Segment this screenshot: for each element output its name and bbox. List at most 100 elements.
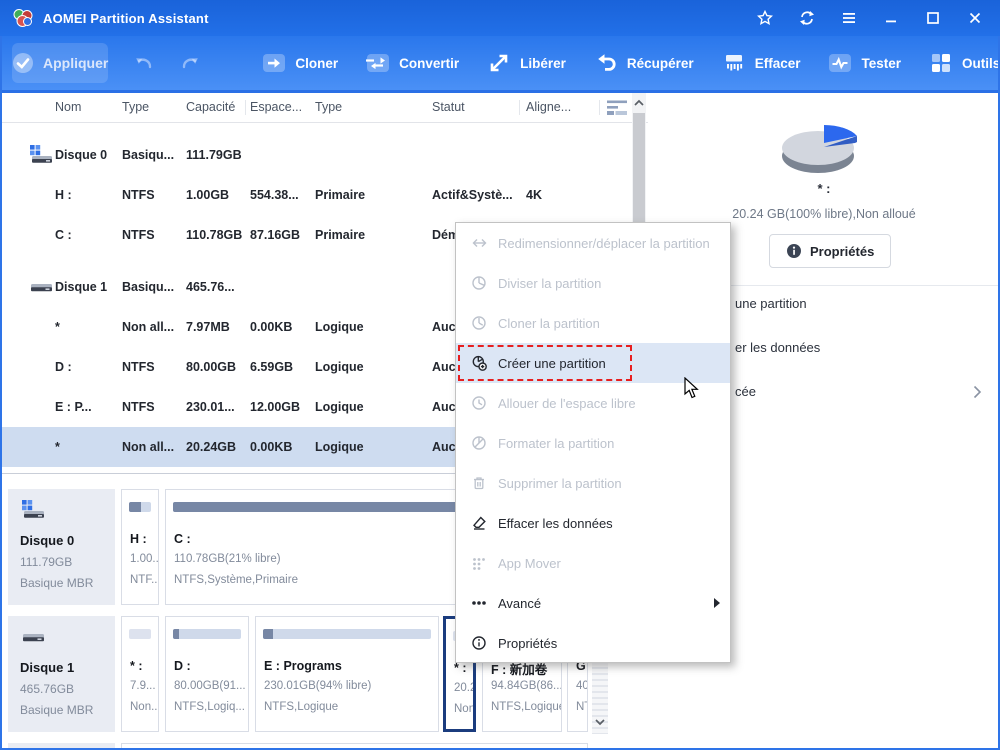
- partition-block[interactable]: H : 1.00... NTF...: [121, 489, 159, 605]
- minimize-icon[interactable]: [876, 5, 906, 31]
- cell-type: NTFS: [122, 400, 155, 414]
- cell-free: 12.00GB: [250, 400, 301, 414]
- toolbar-button-récupérer[interactable]: Récupérer: [594, 51, 694, 75]
- action-item-fragment[interactable]: cée: [735, 384, 756, 402]
- free-icon: [487, 51, 511, 75]
- partition-block[interactable]: * : 7.9... Non...: [121, 616, 159, 732]
- usage-bar-fill: [173, 629, 180, 639]
- menu-item-label: Cloner la partition: [498, 315, 600, 331]
- star-icon[interactable]: [750, 5, 780, 31]
- cell-name: *: [55, 440, 60, 454]
- allocate-space-icon: [470, 395, 488, 411]
- partition-label: C :: [174, 532, 191, 546]
- toolbar-button-label: Convertir: [399, 55, 460, 71]
- cell-name: E : P...: [55, 400, 92, 414]
- header-separator: [599, 100, 600, 115]
- toolbar-button-label: Libérer: [520, 55, 566, 71]
- create-partition-icon: [470, 355, 488, 371]
- partition-fs: NTF...: [576, 701, 587, 713]
- partition-size: 94.84GB(86...: [491, 680, 562, 692]
- toolbar-button-tester[interactable]: Tester: [828, 51, 901, 75]
- scroll-up-icon[interactable]: [633, 95, 645, 113]
- selected-partition-info: 20.24 GB(100% libre),Non alloué: [732, 207, 916, 221]
- menu-item-app-mover: App Mover: [456, 543, 730, 583]
- partition-block[interactable]: D : 80.00GB(91... NTFS,Logiq...: [165, 616, 249, 732]
- partition-label: E : Programs: [264, 659, 342, 673]
- usage-bar: [129, 502, 151, 512]
- partition-size: 20.24...: [454, 682, 476, 694]
- menu-item-label: Diviser la partition: [498, 275, 602, 291]
- menu-item-supprimer-la-partition: Supprimer la partition: [456, 463, 730, 503]
- maximize-icon[interactable]: [918, 5, 948, 31]
- cell-name: *: [55, 320, 60, 334]
- menu-item-redimensionner-d-placer-la-partition: Redimensionner/déplacer la partition: [456, 223, 730, 263]
- sync-icon[interactable]: [792, 5, 822, 31]
- column-header-2[interactable]: Capacité: [186, 93, 235, 122]
- disk-card-0[interactable]: Disque 0 111.79GB Basique MBR: [8, 489, 115, 605]
- column-header-3[interactable]: Espace...: [250, 93, 302, 122]
- disk-capacity: 465.76GB: [20, 682, 75, 696]
- partition-fs: NTFS,Logiq...: [174, 701, 245, 713]
- partition-size: 7.9...: [130, 680, 156, 692]
- format-partition-icon: [470, 435, 488, 451]
- column-header-4[interactable]: Type: [315, 93, 342, 122]
- cell-capacity: 111.79GB: [186, 148, 242, 162]
- partition-block[interactable]: E : Programs 230.01GB(94% libre) NTFS,Logi…: [255, 616, 439, 732]
- menu-item-effacer-les-donn-es[interactable]: Effacer les données: [456, 503, 730, 543]
- scroll-down-icon[interactable]: [594, 714, 606, 732]
- menu-item-label: Propriétés: [498, 635, 558, 651]
- disk-card-1[interactable]: Disque 1 465.76GB Basique MBR: [8, 616, 115, 732]
- column-settings-icon[interactable]: [606, 99, 628, 121]
- table-row-disk[interactable]: Disque 0 Basiqu... 111.79GB: [0, 135, 630, 175]
- partition-fs: NTFS,Système,Primaire: [174, 574, 298, 586]
- partition-label: H :: [130, 532, 147, 546]
- toolbar-button-label: Effacer: [754, 55, 801, 71]
- column-header-0[interactable]: Nom: [55, 93, 81, 122]
- cell-name: Disque 1: [55, 280, 108, 294]
- usage-bar-fill: [129, 502, 142, 512]
- usage-bar: [263, 629, 431, 639]
- menu-item-propri-t-s[interactable]: Propriétés: [456, 623, 730, 663]
- cell-ptype: Primaire: [315, 188, 366, 202]
- test-icon: [828, 51, 852, 75]
- undo-icon[interactable]: [134, 50, 154, 76]
- apply-button[interactable]: Appliquer: [12, 43, 109, 83]
- tools-icon: [929, 51, 953, 75]
- menu-item-avanc-[interactable]: Avancé: [456, 583, 730, 623]
- toolbar-button-effacer[interactable]: Effacer: [722, 51, 801, 75]
- clone-partition-icon: [470, 315, 488, 331]
- toolbar-button-label: Outils: [962, 55, 1000, 71]
- action-item-fragment[interactable]: er les données: [735, 340, 820, 358]
- cell-free: 0.00KB: [250, 320, 293, 334]
- wipe-icon: [722, 51, 746, 75]
- usage-bar-fill: [263, 629, 274, 639]
- action-item-fragment[interactable]: une partition: [735, 296, 807, 314]
- info-icon: [787, 244, 801, 258]
- column-header-6[interactable]: Aligne...: [526, 93, 571, 122]
- table-row-partition[interactable]: H : NTFS 1.00GB 554.38... Primaire Actif&Syst…: [0, 175, 630, 215]
- toolbar-button-outils[interactable]: Outils: [929, 51, 1000, 75]
- toolbar-button-convertir[interactable]: Convertir: [366, 51, 459, 75]
- disk-name: Disque 0: [20, 533, 75, 548]
- chevron-right-icon[interactable]: [973, 385, 982, 404]
- selected-partition-label: * :: [817, 181, 831, 196]
- cell-type: NTFS: [122, 360, 155, 374]
- wipe-data-icon: [470, 515, 488, 531]
- redo-icon[interactable]: [180, 50, 200, 76]
- close-icon[interactable]: [960, 5, 990, 31]
- column-header-5[interactable]: Statut: [432, 93, 465, 122]
- app-window: AOMEI Partition Assistant Appliquer Clon…: [0, 0, 1000, 750]
- window-controls: [750, 5, 1000, 31]
- delete-partition-icon: [470, 475, 488, 491]
- cell-free: 0.00KB: [250, 440, 293, 454]
- properties-button[interactable]: Propriétés: [769, 234, 892, 268]
- toolbar-button-libérer[interactable]: Libérer: [487, 51, 566, 75]
- menu-icon[interactable]: [834, 5, 864, 31]
- header-separator: [245, 100, 246, 115]
- toolbar-button-cloner[interactable]: Cloner: [262, 51, 338, 75]
- cell-capacity: 7.97MB: [186, 320, 230, 334]
- column-header-1[interactable]: Type: [122, 93, 149, 122]
- disk-style: Basique MBR: [20, 703, 94, 717]
- menu-item-cloner-la-partition: Cloner la partition: [456, 303, 730, 343]
- toolbar-buttons: Cloner Convertir Libérer Récupérer Effacer Te…: [234, 51, 1000, 75]
